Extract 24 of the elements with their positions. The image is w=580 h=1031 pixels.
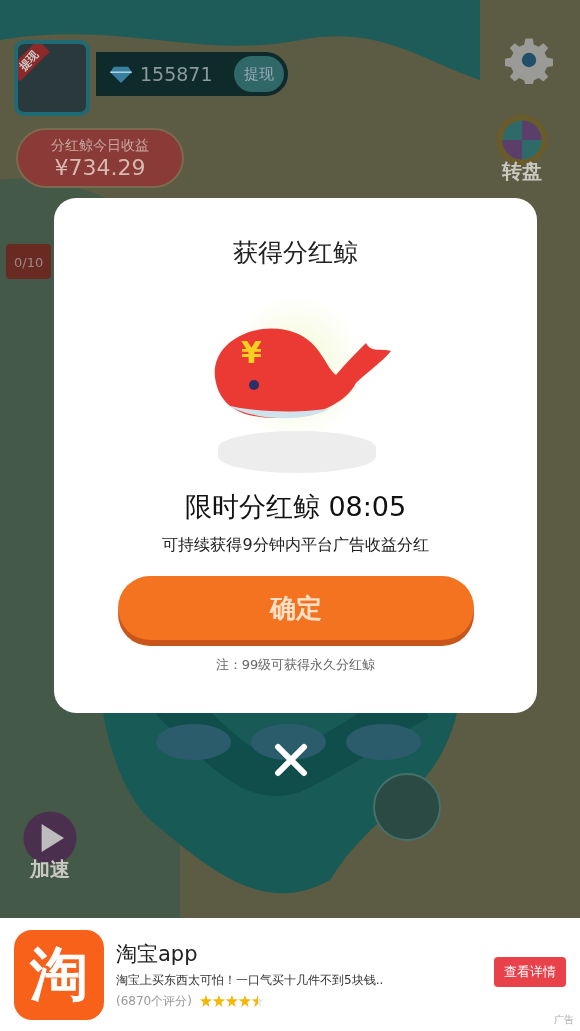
diamond-count: 155871	[140, 63, 214, 85]
note-text: 注：99级可获得永久分红鲸	[215, 656, 376, 674]
ad-label: 广告	[554, 1013, 574, 1027]
star-icon	[225, 995, 238, 1007]
earnings-amount: ¥734.29	[54, 154, 146, 180]
rating-count: (6870个评分)	[116, 992, 192, 1010]
diamond-icon	[110, 65, 132, 83]
earnings-label: 分红鲸今日收益	[51, 136, 149, 155]
app-icon: 淘	[14, 929, 104, 1020]
timer-text: 限时分红鲸 08:05	[184, 490, 407, 524]
star-icon	[238, 995, 251, 1007]
settings-icon[interactable]	[505, 36, 553, 84]
signpost: 0/10	[6, 244, 52, 279]
star-icon	[199, 995, 212, 1007]
app-name: 淘宝app	[116, 940, 199, 968]
speed-up-button[interactable]: 加速	[22, 810, 78, 883]
ad-description: 淘宝上买东西太可怕！一口气买十几件不到5块钱..	[116, 971, 384, 989]
view-details-button[interactable]: 查看详情	[494, 956, 566, 987]
spin-wheel-button[interactable]: 转盘	[494, 112, 550, 185]
dialog-title: 获得分红鲸	[233, 237, 358, 269]
description-text: 可持续获得9分钟内平台广告收益分红	[162, 535, 429, 556]
withdraw-button[interactable]: 提现	[234, 56, 284, 92]
star-icon	[212, 995, 225, 1007]
close-icon[interactable]	[274, 743, 308, 777]
